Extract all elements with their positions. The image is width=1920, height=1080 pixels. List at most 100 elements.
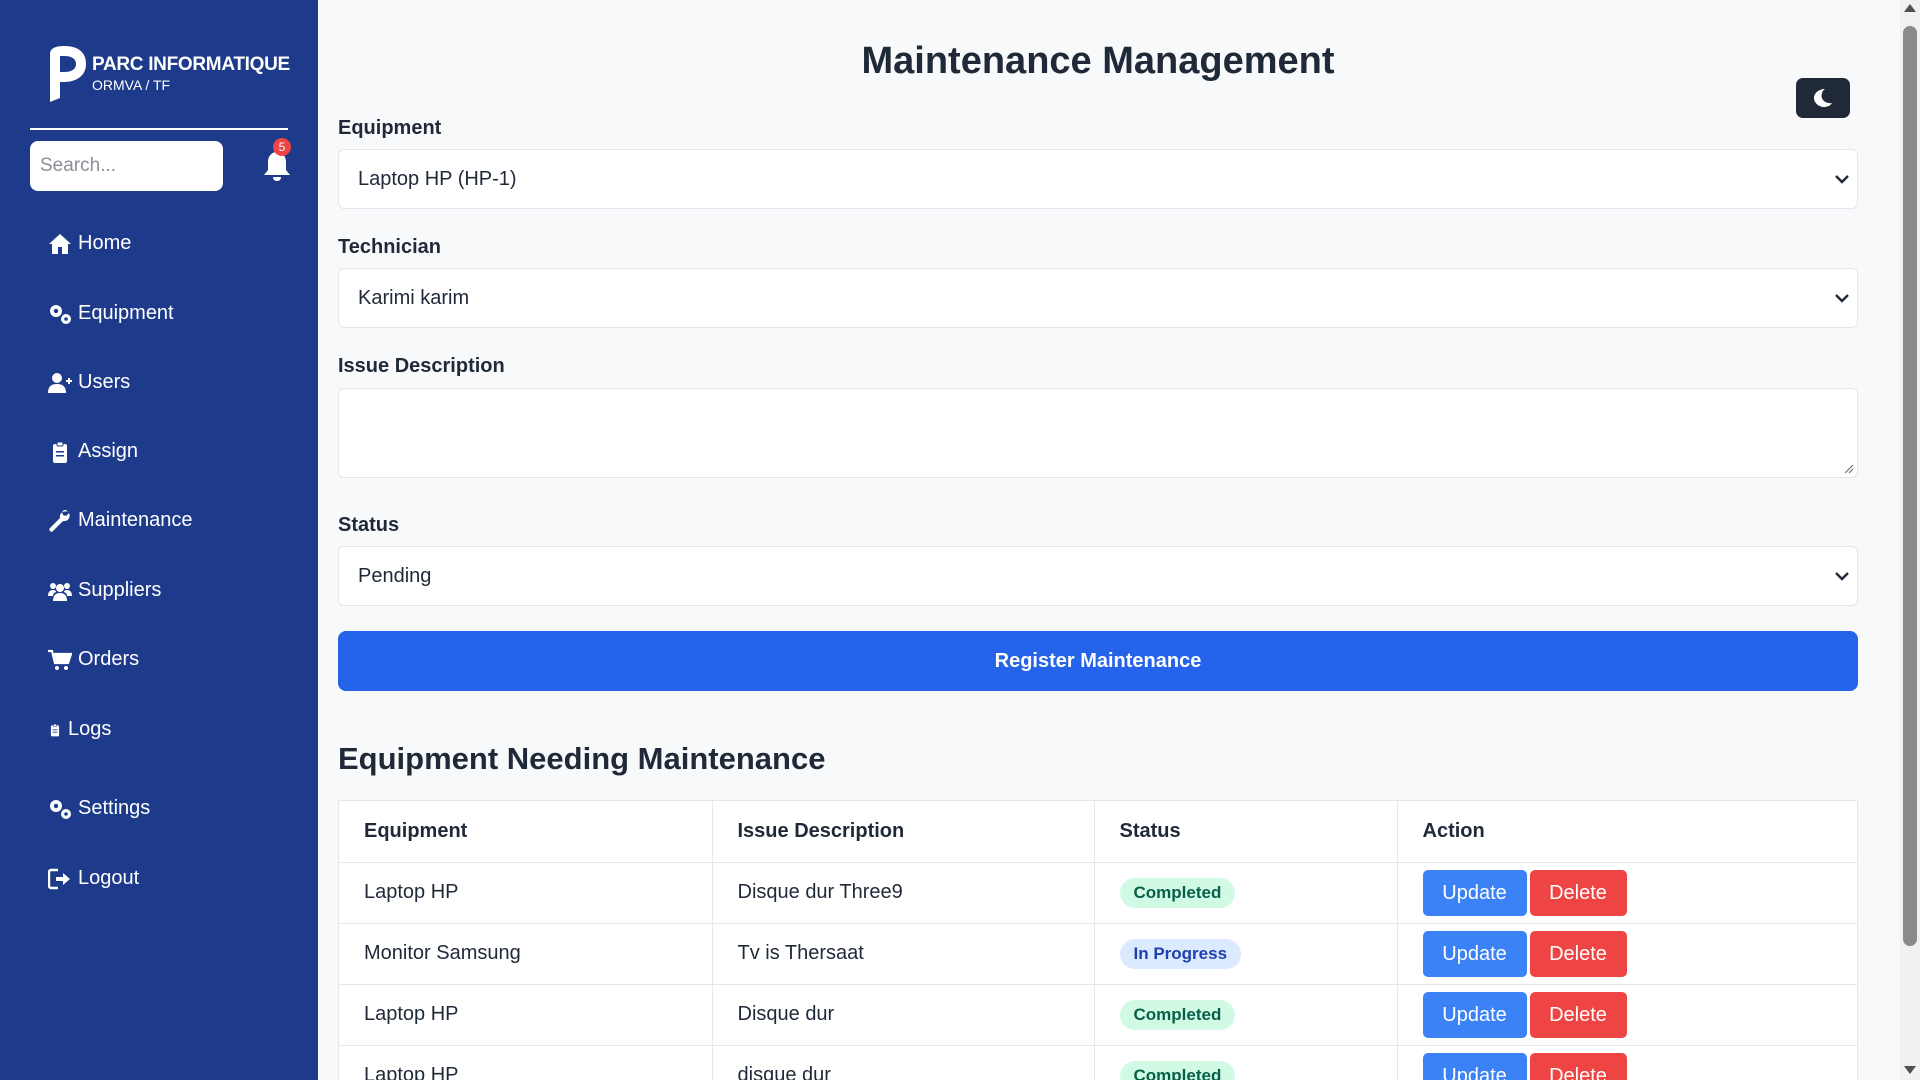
action-cell: Update Delete [1397, 862, 1857, 924]
section-title: Equipment Needing Maintenance [338, 741, 826, 776]
chevron-down-icon [1835, 175, 1849, 184]
sidebar-item-label: Settings [78, 797, 151, 819]
sidebar-item-label: Logs [68, 718, 112, 740]
sidebar: PARC INFORMATIQUE ORMVA / TF 5 Home Equi… [0, 0, 318, 1080]
status-label: Status [338, 514, 400, 536]
column-header-status: Status [1094, 801, 1398, 863]
brand-logo: PARC INFORMATIQUE ORMVA / TF [46, 46, 290, 102]
sidebar-item-suppliers[interactable]: Suppliers [48, 579, 161, 602]
chevron-down-icon [1835, 572, 1849, 581]
register-maintenance-button[interactable]: Register Maintenance [338, 631, 1858, 691]
resize-grip-icon[interactable] [1844, 464, 1854, 474]
delete-button[interactable]: Delete [1529, 1052, 1627, 1080]
equipment-cell: Laptop HP [339, 862, 713, 924]
equipment-label: Equipment [338, 117, 442, 139]
brand-subtitle: ORMVA / TF [92, 76, 171, 93]
equipment-cell: Laptop HP [339, 1045, 713, 1080]
table-header-row: Equipment Issue Description Status Actio… [339, 801, 1857, 863]
action-cell: Update Delete [1397, 1045, 1857, 1080]
status-cell: Completed [1094, 862, 1398, 924]
equipment-cell: Laptop HP [339, 984, 713, 1046]
maintenance-table: Equipment Issue Description Status Actio… [338, 800, 1858, 1080]
sidebar-item-label: Suppliers [78, 579, 162, 601]
logo-icon [50, 46, 86, 102]
sidebar-item-settings[interactable]: Settings [48, 797, 150, 820]
gears-icon [50, 799, 71, 819]
status-badge: Completed [1119, 1060, 1236, 1080]
sidebar-item-label: Maintenance [78, 509, 193, 531]
status-badge: Completed [1119, 877, 1236, 908]
equipment-select[interactable]: Laptop HP (HP-1) [338, 149, 1858, 209]
sidebar-item-label: Logout [78, 867, 140, 889]
sidebar-item-label: Assign [78, 440, 139, 462]
status-select-value: Pending [358, 565, 432, 587]
issue-cell: Disque dur Three9 [712, 862, 1095, 924]
scroll-down-arrow-icon[interactable] [1904, 1066, 1916, 1074]
scroll-up-arrow-icon[interactable] [1904, 4, 1916, 12]
sidebar-item-label: Equipment [78, 302, 174, 324]
update-button[interactable]: Update [1422, 991, 1527, 1038]
status-badge: Completed [1119, 999, 1236, 1030]
delete-button[interactable]: Delete [1529, 991, 1627, 1038]
update-button[interactable]: Update [1422, 930, 1527, 977]
notification-count-badge: 5 [273, 138, 291, 156]
wrench-icon [49, 509, 70, 532]
issue-cell: disque dur [712, 1045, 1095, 1080]
sidebar-item-logs[interactable]: Logs [48, 718, 111, 741]
table-row: Laptop HP Disque dur Completed Update Del… [339, 984, 1857, 1046]
dark-mode-toggle[interactable] [1796, 78, 1850, 118]
issue-cell: Disque dur [712, 984, 1095, 1046]
sidebar-item-users[interactable]: Users [48, 371, 130, 394]
divider [30, 128, 288, 130]
sidebar-item-label: Orders [78, 648, 140, 670]
home-icon [49, 233, 71, 254]
gears-icon [50, 304, 71, 324]
sidebar-item-logout[interactable]: Logout [48, 867, 139, 890]
cart-icon [48, 649, 72, 670]
equipment-cell: Monitor Samsung [339, 923, 713, 985]
action-cell: Update Delete [1397, 923, 1857, 985]
sidebar-item-assign[interactable]: Assign [48, 440, 138, 463]
issue-description-textarea[interactable] [338, 388, 1858, 478]
status-cell: Completed [1094, 984, 1398, 1046]
column-header-issue: Issue Description [712, 801, 1095, 863]
clipboard-icon [50, 723, 60, 736]
brand-title: PARC INFORMATIQUE [92, 53, 290, 75]
delete-button[interactable]: Delete [1529, 869, 1627, 916]
sidebar-item-orders[interactable]: Orders [48, 648, 139, 671]
user-plus-icon [48, 372, 72, 393]
status-cell: Completed [1094, 1045, 1398, 1080]
column-header-equipment: Equipment [339, 801, 713, 863]
table-row: Laptop HP disque dur Completed Update Del… [339, 1045, 1857, 1080]
status-cell: In Progress [1094, 923, 1398, 985]
technician-select[interactable]: Karimi karim [338, 268, 1858, 328]
sidebar-item-label: Home [78, 232, 132, 254]
equipment-select-value: Laptop HP (HP-1) [358, 168, 517, 190]
search-input[interactable] [30, 141, 223, 191]
clipboard-icon [53, 441, 67, 463]
status-badge: In Progress [1119, 938, 1242, 969]
chevron-down-icon [1835, 294, 1849, 303]
update-button[interactable]: Update [1422, 869, 1527, 916]
logout-icon [48, 868, 70, 889]
moon-icon [1814, 89, 1832, 107]
sidebar-item-equipment[interactable]: Equipment [48, 302, 174, 325]
issue-description-label: Issue Description [338, 355, 505, 377]
table-row: Laptop HP Disque dur Three9 Completed Up… [339, 862, 1857, 924]
sidebar-item-maintenance[interactable]: Maintenance [48, 509, 193, 532]
delete-button[interactable]: Delete [1529, 930, 1627, 977]
sidebar-item-label: Users [78, 371, 131, 393]
column-header-action: Action [1397, 801, 1857, 863]
technician-select-value: Karimi karim [358, 287, 470, 309]
action-cell: Update Delete [1397, 984, 1857, 1046]
update-button[interactable]: Update [1422, 1052, 1527, 1080]
status-select[interactable]: Pending [338, 546, 1858, 606]
sidebar-item-home[interactable]: Home [48, 232, 131, 255]
issue-cell: Tv is Thersaat [712, 923, 1095, 985]
page-title: Maintenance Management [861, 40, 1335, 82]
table-row: Monitor Samsung Tv is Thersaat In Progre… [339, 923, 1857, 985]
scrollbar-thumb[interactable] [1903, 26, 1917, 946]
users-icon [48, 582, 72, 601]
technician-label: Technician [338, 236, 441, 258]
page-scrollbar[interactable] [1900, 0, 1920, 1080]
